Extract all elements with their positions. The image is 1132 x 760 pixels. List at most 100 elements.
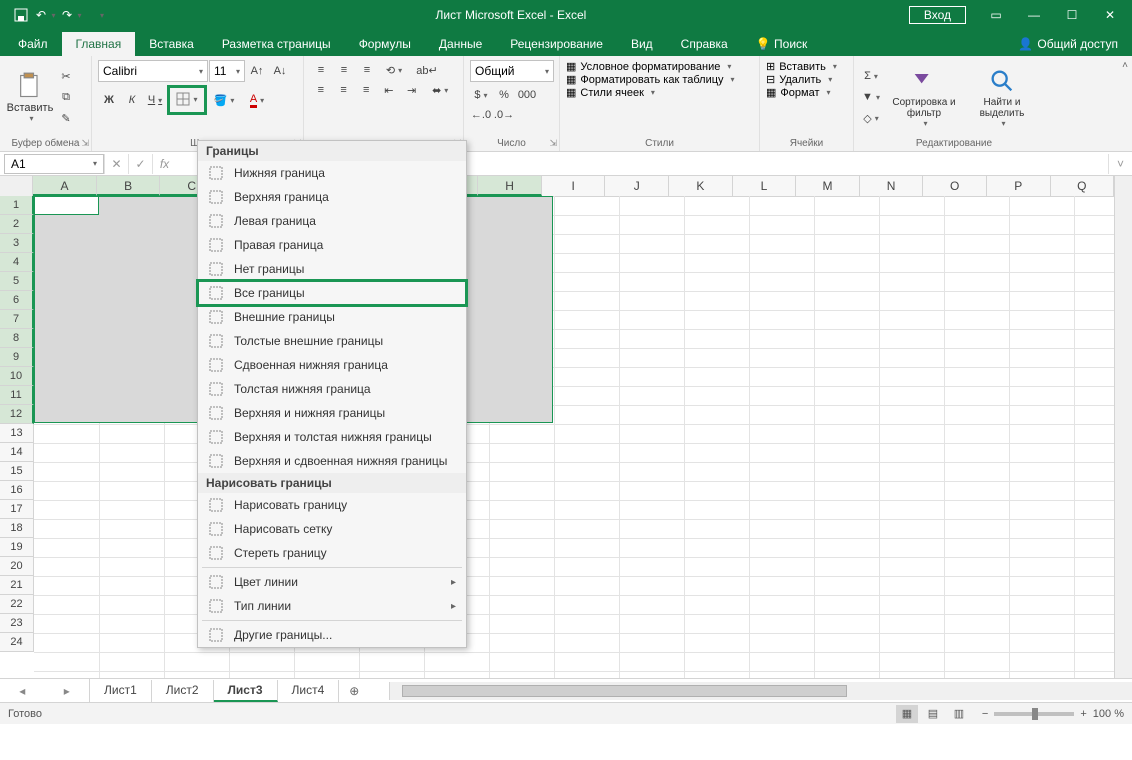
font-name-combo[interactable]: Calibri▾ xyxy=(98,60,208,82)
conditional-formatting-button[interactable]: ▦ Условное форматирование▾ xyxy=(566,60,753,73)
align-top-icon[interactable]: ≡ xyxy=(310,60,332,80)
tab-help[interactable]: Справка xyxy=(667,32,742,56)
border-menu-item[interactable]: Сдвоенная нижняя граница xyxy=(198,353,466,377)
column-header[interactable]: K xyxy=(669,176,733,196)
row-header[interactable]: 8 xyxy=(0,329,34,348)
border-menu-item[interactable]: Все границы xyxy=(198,281,466,305)
row-header[interactable]: 21 xyxy=(0,576,34,595)
cells-area[interactable] xyxy=(34,196,1114,678)
clear-icon[interactable]: ◇▾ xyxy=(860,108,882,128)
close-icon[interactable]: ✕ xyxy=(1092,4,1128,26)
wrap-text-icon[interactable]: ab↵ xyxy=(410,60,444,80)
name-box[interactable]: A1▾ xyxy=(4,154,104,174)
number-format-combo[interactable]: Общий▾ xyxy=(470,60,554,82)
merge-cells-icon[interactable]: ⬌▾ xyxy=(423,80,457,100)
view-page-layout-icon[interactable]: ▤ xyxy=(922,705,944,723)
border-menu-item[interactable]: Внешние границы xyxy=(198,305,466,329)
fx-icon[interactable]: fx xyxy=(152,154,176,174)
row-header[interactable]: 1 xyxy=(0,196,34,215)
spreadsheet-grid[interactable]: ABCDEFGHIJKLMNOPQ 1234567891011121314151… xyxy=(0,176,1132,678)
font-size-combo[interactable]: 11▾ xyxy=(209,60,245,82)
find-select-button[interactable]: Найти и выделить▾ xyxy=(966,60,1038,134)
insert-cells-button[interactable]: ⊞ Вставить▾ xyxy=(766,60,847,73)
tab-view[interactable]: Вид xyxy=(617,32,667,56)
border-menu-item[interactable]: Другие границы... xyxy=(198,623,466,647)
ribbon-display-icon[interactable]: ▭ xyxy=(978,4,1014,26)
zoom-slider[interactable] xyxy=(994,712,1074,716)
add-sheet-button[interactable]: ⊕ xyxy=(339,684,369,698)
maximize-icon[interactable]: ☐ xyxy=(1054,4,1090,26)
column-header[interactable]: Q xyxy=(1051,176,1115,196)
row-header[interactable]: 20 xyxy=(0,557,34,576)
align-left-icon[interactable]: ≡ xyxy=(310,80,332,100)
undo-icon[interactable]: ↶▾ xyxy=(36,4,58,26)
row-header[interactable]: 2 xyxy=(0,215,34,234)
expand-formula-bar-icon[interactable]: ˅ xyxy=(1108,154,1132,174)
tab-layout[interactable]: Разметка страницы xyxy=(208,32,345,56)
border-menu-item[interactable]: Толстая нижняя граница xyxy=(198,377,466,401)
percent-format-icon[interactable]: % xyxy=(493,85,515,105)
row-header[interactable]: 15 xyxy=(0,462,34,481)
search-button[interactable]: 💡 Поиск xyxy=(742,32,822,56)
border-menu-item[interactable]: Верхняя и толстая нижняя границы xyxy=(198,425,466,449)
clipboard-launcher-icon[interactable]: ⇲ xyxy=(81,138,89,149)
zoom-level[interactable]: 100 % xyxy=(1093,708,1124,720)
comma-format-icon[interactable]: 000 xyxy=(516,85,538,105)
align-center-icon[interactable]: ≡ xyxy=(333,80,355,100)
format-as-table-button[interactable]: ▦ Форматировать как таблицу▾ xyxy=(566,73,753,86)
sheet-tab[interactable]: Лист1 xyxy=(90,680,152,702)
cancel-formula-icon[interactable]: ✕ xyxy=(104,154,128,174)
decrease-font-icon[interactable]: A↓ xyxy=(269,61,291,81)
tab-file[interactable]: Файл xyxy=(4,32,62,56)
fill-icon[interactable]: ▼▾ xyxy=(860,87,882,107)
enter-formula-icon[interactable]: ✓ xyxy=(128,154,152,174)
row-header[interactable]: 23 xyxy=(0,614,34,633)
number-launcher-icon[interactable]: ⇲ xyxy=(549,138,557,149)
border-menu-item[interactable]: Цвет линии▸ xyxy=(198,570,466,594)
border-menu-item[interactable]: Нет границы xyxy=(198,257,466,281)
row-header[interactable]: 9 xyxy=(0,348,34,367)
row-header[interactable]: 4 xyxy=(0,253,34,272)
row-header[interactable]: 16 xyxy=(0,481,34,500)
indent-decrease-icon[interactable]: ⇤ xyxy=(378,80,400,100)
align-middle-icon[interactable]: ≡ xyxy=(333,60,355,80)
cut-icon[interactable]: ✂ xyxy=(55,66,77,86)
horizontal-scrollbar[interactable] xyxy=(389,682,1132,700)
zoom-in-icon[interactable]: + xyxy=(1080,708,1086,720)
row-header[interactable]: 14 xyxy=(0,443,34,462)
redo-icon[interactable]: ↷▾ xyxy=(62,4,84,26)
row-header[interactable]: 19 xyxy=(0,538,34,557)
border-menu-item[interactable]: Нижняя граница xyxy=(198,161,466,185)
border-menu-item[interactable]: Толстые внешние границы xyxy=(198,329,466,353)
column-header[interactable]: N xyxy=(860,176,924,196)
borders-button[interactable]: ▾ xyxy=(171,89,203,109)
tab-data[interactable]: Данные xyxy=(425,32,496,56)
zoom-out-icon[interactable]: − xyxy=(982,708,988,720)
border-menu-item[interactable]: Верхняя граница xyxy=(198,185,466,209)
row-header[interactable]: 3 xyxy=(0,234,34,253)
border-menu-item[interactable]: Нарисовать сетку xyxy=(198,517,466,541)
increase-decimal-icon[interactable]: ←.0 xyxy=(470,105,492,125)
tab-formulas[interactable]: Формулы xyxy=(345,32,425,56)
paste-button[interactable]: Вставить▾ xyxy=(6,60,54,134)
column-header[interactable]: A xyxy=(33,176,97,196)
tab-home[interactable]: Главная xyxy=(62,32,136,56)
italic-button[interactable]: К xyxy=(121,90,143,110)
fill-color-button[interactable]: 🪣▾ xyxy=(208,90,240,110)
row-header[interactable]: 17 xyxy=(0,500,34,519)
accounting-format-icon[interactable]: $▾ xyxy=(470,85,492,105)
row-header[interactable]: 22 xyxy=(0,595,34,614)
qat-more-icon[interactable]: ▾ xyxy=(91,4,113,26)
increase-font-icon[interactable]: A↑ xyxy=(246,61,268,81)
view-normal-icon[interactable]: ▦ xyxy=(896,705,918,723)
minimize-icon[interactable]: ― xyxy=(1016,4,1052,26)
row-header[interactable]: 11 xyxy=(0,386,34,405)
sheet-tab[interactable]: Лист3 xyxy=(214,680,278,702)
decrease-decimal-icon[interactable]: .0→ xyxy=(493,105,515,125)
column-header[interactable]: P xyxy=(987,176,1051,196)
sheet-nav-prev-icon[interactable]: ◂ xyxy=(19,684,25,698)
tab-insert[interactable]: Вставка xyxy=(135,32,208,56)
vertical-scrollbar[interactable] xyxy=(1114,176,1132,678)
row-header[interactable]: 6 xyxy=(0,291,34,310)
sheet-nav-next-icon[interactable]: ▸ xyxy=(64,684,70,698)
